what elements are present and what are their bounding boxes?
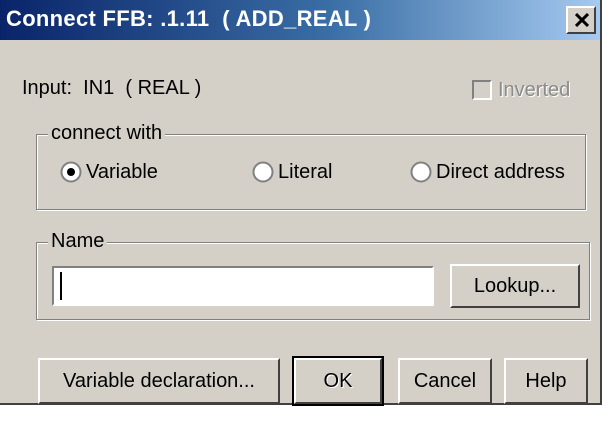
cancel-button[interactable]: Cancel	[398, 358, 492, 404]
help-button[interactable]: Help	[504, 358, 588, 404]
title-bar[interactable]: Connect FFB: .1.11 ( ADD_REAL )	[0, 0, 600, 40]
name-legend: Name	[48, 230, 108, 253]
variable-declaration-button[interactable]: Variable declaration...	[38, 358, 280, 404]
connect-with-legend: connect with	[48, 122, 166, 145]
radio-label-literal: Literal	[278, 161, 333, 183]
text-caret	[60, 272, 62, 300]
radio-label-direct-address: Direct address	[436, 161, 565, 183]
radio-unselected-icon	[252, 161, 274, 183]
inverted-label: Inverted	[498, 79, 571, 101]
input-info-label: Input: IN1 ( REAL )	[22, 77, 202, 99]
window-title: Connect FFB: .1.11 ( ADD_REAL )	[6, 6, 372, 31]
lookup-button[interactable]: Lookup...	[450, 264, 580, 308]
inverted-checkbox[interactable]	[472, 80, 492, 100]
ok-button[interactable]: OK	[292, 356, 384, 406]
close-icon	[575, 13, 589, 27]
close-button[interactable]	[566, 6, 596, 34]
radio-label-variable: Variable	[86, 161, 158, 183]
connect-ffb-dialog: Connect FFB: .1.11 ( ADD_REAL ) Input: I…	[0, 0, 602, 406]
radio-selected-icon	[60, 161, 82, 183]
radio-unselected-icon	[410, 161, 432, 183]
name-input[interactable]	[52, 266, 434, 306]
